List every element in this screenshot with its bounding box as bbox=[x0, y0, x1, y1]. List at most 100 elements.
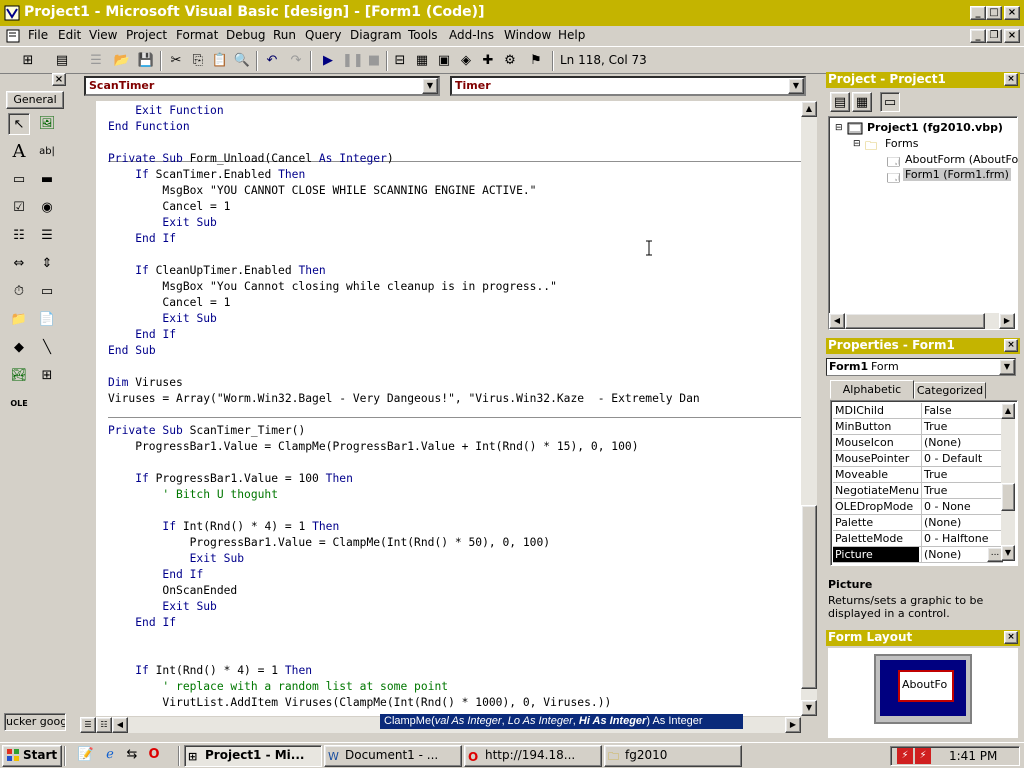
start-button[interactable]: Start bbox=[2, 745, 62, 767]
property-value[interactable]: 0 - Halftone bbox=[921, 531, 1003, 546]
scroll-right-icon[interactable]: ▶ bbox=[999, 313, 1015, 329]
menu-edit[interactable]: Edit bbox=[58, 28, 81, 42]
property-value[interactable]: False bbox=[921, 403, 1003, 418]
tree-collapse-icon[interactable]: ⊟ bbox=[835, 123, 843, 133]
form-layout-close-button[interactable]: × bbox=[1004, 631, 1018, 644]
property-value[interactable]: True bbox=[921, 467, 1003, 482]
pointer-tool-icon[interactable]: ↖ bbox=[8, 113, 30, 135]
quicklaunch-network-icon[interactable]: ⇆ bbox=[122, 745, 142, 765]
menu-query[interactable]: Query bbox=[305, 28, 341, 42]
menu-tools[interactable]: Tools bbox=[408, 28, 438, 42]
tree-item-form1[interactable]: Form1 (Form1.frm) bbox=[903, 168, 1011, 181]
close-button[interactable]: × bbox=[1004, 6, 1020, 20]
scroll-thumb[interactable] bbox=[845, 313, 985, 329]
child-restore-button[interactable]: ❐ bbox=[986, 29, 1002, 43]
procedure-combo[interactable]: Timer ▼ bbox=[450, 76, 806, 96]
project-close-button[interactable]: × bbox=[1004, 73, 1018, 86]
menu-file[interactable]: File bbox=[28, 28, 48, 42]
properties-vertical-scrollbar[interactable]: ▲ ▼ bbox=[1001, 403, 1015, 561]
object-combo[interactable]: ScanTimer ▼ bbox=[84, 76, 440, 96]
frame-tool-icon[interactable]: ▭ bbox=[8, 169, 30, 191]
property-value[interactable]: 0 - None bbox=[921, 499, 1003, 514]
full-module-view-icon[interactable]: ☷ bbox=[96, 717, 112, 733]
scroll-thumb[interactable] bbox=[1001, 483, 1015, 511]
child-close-button[interactable]: × bbox=[1004, 29, 1020, 43]
procedure-view-icon[interactable]: ☰ bbox=[80, 717, 96, 733]
start-icon[interactable]: ▶ bbox=[318, 51, 338, 71]
property-row[interactable]: Moveable True bbox=[833, 467, 1003, 483]
redo-icon[interactable]: ↷ bbox=[286, 51, 306, 71]
listbox-tool-icon[interactable]: ☰ bbox=[36, 225, 58, 247]
property-row[interactable]: MousePointer 0 - Default bbox=[833, 451, 1003, 467]
child-minimize-button[interactable]: _ bbox=[970, 29, 986, 43]
tab-alphabetic[interactable]: Alphabetic bbox=[830, 380, 914, 399]
end-icon[interactable]: ■ bbox=[364, 51, 384, 71]
data-view-icon[interactable]: ⚙ bbox=[500, 51, 520, 71]
label-tool-icon[interactable]: A bbox=[8, 141, 30, 163]
form-preview[interactable]: AboutFo bbox=[898, 670, 954, 702]
property-row[interactable]: MDIChild False bbox=[833, 403, 1003, 419]
scroll-down-icon[interactable]: ▼ bbox=[1001, 545, 1015, 561]
scroll-right-icon[interactable]: ▶ bbox=[785, 717, 801, 733]
property-value[interactable]: True bbox=[921, 419, 1003, 434]
hscrollbar-tool-icon[interactable]: ⇔ bbox=[8, 253, 30, 275]
project-tree[interactable]: ⊟ Project1 (fg2010.vbp) ⊟ 🗀 Forms 🗔 Abou… bbox=[828, 116, 1019, 330]
drivelistbox-tool-icon[interactable]: ▭ bbox=[36, 281, 58, 303]
toolbox-close-button[interactable]: × bbox=[52, 73, 66, 86]
optionbutton-tool-icon[interactable]: ◉ bbox=[36, 197, 58, 219]
property-row[interactable]: MinButton True bbox=[833, 419, 1003, 435]
tab-categorized[interactable]: Categorized bbox=[914, 382, 986, 399]
combobox-tool-icon[interactable]: ☷ bbox=[8, 225, 30, 247]
properties-object-combo[interactable]: Form1 Form ▼ bbox=[826, 358, 1016, 376]
ole-tool-icon[interactable]: OLE bbox=[8, 393, 30, 415]
menu-debug[interactable]: Debug bbox=[226, 28, 265, 42]
menu-view[interactable]: View bbox=[89, 28, 117, 42]
quicklaunch-ie-icon[interactable]: ℯ bbox=[100, 745, 120, 765]
tray-app-icon[interactable]: ⚡ bbox=[915, 748, 931, 764]
quicklaunch-opera-icon[interactable]: O bbox=[144, 745, 164, 765]
task-vb-project[interactable]: ⊞ Project1 - Mi... bbox=[184, 745, 322, 767]
title-bar[interactable]: Project1 - Microsoft Visual Basic [desig… bbox=[0, 0, 1024, 26]
maximize-button[interactable]: □ bbox=[986, 6, 1002, 20]
form-layout-icon[interactable]: ▣ bbox=[434, 51, 454, 71]
toggle-folders-icon[interactable]: ▭ bbox=[880, 92, 900, 112]
toolbox-tab-general[interactable]: General bbox=[6, 91, 64, 109]
properties-window-icon[interactable]: ▦ bbox=[412, 51, 432, 71]
menu-format[interactable]: Format bbox=[176, 28, 218, 42]
property-row[interactable]: OLEDropMode 0 - None bbox=[833, 499, 1003, 515]
scroll-up-icon[interactable]: ▲ bbox=[801, 101, 817, 117]
project-root[interactable]: Project1 (fg2010.vbp) bbox=[867, 121, 1003, 134]
property-value[interactable]: (None) bbox=[921, 547, 1003, 562]
forms-folder[interactable]: Forms bbox=[885, 137, 918, 150]
scroll-left-icon[interactable]: ◀ bbox=[829, 313, 845, 329]
property-row[interactable]: MouseIcon (None) bbox=[833, 435, 1003, 451]
tree-item-aboutform[interactable]: AboutForm (AboutForm bbox=[905, 153, 1019, 166]
menu-window[interactable]: Window bbox=[504, 28, 551, 42]
copy-icon[interactable]: ⎘ bbox=[188, 51, 208, 71]
picturebox-tool-icon[interactable]: 🖼 bbox=[36, 113, 58, 135]
menu-add-ins[interactable]: Add-Ins bbox=[449, 28, 494, 42]
scroll-down-icon[interactable]: ▼ bbox=[801, 700, 817, 716]
menu-editor-icon[interactable]: ☰ bbox=[86, 51, 106, 71]
image-tool-icon[interactable]: 🏞 bbox=[8, 365, 30, 387]
shape-tool-icon[interactable]: ◆ bbox=[8, 337, 30, 359]
scroll-left-icon[interactable]: ◀ bbox=[112, 717, 128, 733]
add-project-icon[interactable]: ⊞ bbox=[18, 51, 38, 71]
task-word-document[interactable]: W Document1 - ... bbox=[324, 745, 462, 767]
tray-app-icon[interactable]: ⚡ bbox=[897, 748, 913, 764]
menu-run[interactable]: Run bbox=[273, 28, 296, 42]
task-folder[interactable]: 🗀 fg2010 bbox=[604, 745, 742, 767]
property-row[interactable]: NegotiateMenus True bbox=[833, 483, 1003, 499]
code-vertical-scrollbar[interactable]: ▲ ▼ bbox=[801, 101, 817, 716]
project-horizontal-scrollbar[interactable]: ◀ ▶ bbox=[829, 313, 1015, 329]
find-icon[interactable]: 🔍 bbox=[232, 51, 252, 71]
object-browser-icon[interactable]: ◈ bbox=[456, 51, 476, 71]
tree-collapse-icon[interactable]: ⊟ bbox=[853, 139, 861, 149]
add-form-icon[interactable]: ▤ bbox=[52, 51, 72, 71]
vscrollbar-tool-icon[interactable]: ⇕ bbox=[36, 253, 58, 275]
procedure-combo-arrow-icon[interactable]: ▼ bbox=[788, 78, 804, 94]
project-explorer-icon[interactable]: ⊟ bbox=[390, 51, 410, 71]
timer-tool-icon[interactable]: ⏱ bbox=[8, 281, 30, 303]
open-folder-icon[interactable]: 📂 bbox=[112, 51, 132, 71]
property-value[interactable]: 0 - Default bbox=[921, 451, 1003, 466]
